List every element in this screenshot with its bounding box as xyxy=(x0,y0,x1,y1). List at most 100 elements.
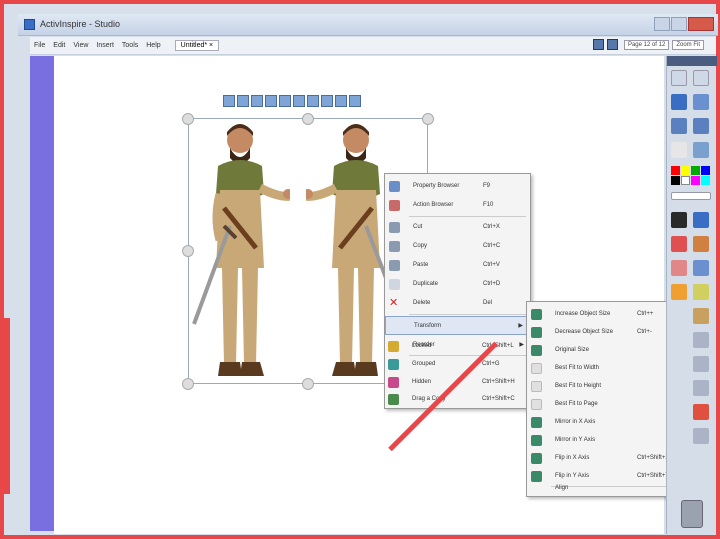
minimize-button[interactable] xyxy=(654,17,670,31)
original-size-icon xyxy=(531,345,542,356)
camera-icon[interactable] xyxy=(693,356,709,372)
menu-item-locked[interactable]: Locked Ctrl+Shift+L xyxy=(384,337,531,356)
menu-item-flip-x[interactable]: Flip in X Axis Ctrl+Shift+X xyxy=(527,449,683,468)
page-indicator[interactable]: Page 12 of 12 xyxy=(623,39,670,50)
decrease-size-icon xyxy=(531,327,542,338)
menu-insert[interactable]: Insert xyxy=(96,42,114,49)
menu-item-property-browser[interactable]: Property Browser F9 xyxy=(385,177,530,196)
menu-item-duplicate[interactable]: Duplicate Ctrl+D xyxy=(385,275,530,294)
color-swatch-white[interactable] xyxy=(681,176,690,185)
connector-icon[interactable] xyxy=(693,308,709,324)
delete-icon: ✕ xyxy=(389,297,399,309)
zoom-icon[interactable] xyxy=(693,94,709,110)
duplicate-icon xyxy=(389,279,400,290)
color-swatch-blue[interactable] xyxy=(701,166,710,175)
shape-icon[interactable] xyxy=(693,260,709,276)
magic-ink-icon[interactable] xyxy=(693,236,709,252)
menu-icon[interactable] xyxy=(335,95,347,107)
page-view-icon[interactable] xyxy=(606,39,618,50)
menu-item-action-browser[interactable]: Action Browser F10 xyxy=(385,196,530,215)
menu-edit[interactable]: Edit xyxy=(53,42,65,49)
pen-icon[interactable] xyxy=(693,212,709,228)
menu-bar: File Edit View Insert Tools Help Untitle… xyxy=(30,37,716,55)
rotate-icon[interactable] xyxy=(251,95,263,107)
submenu-arrow-icon: ▶ xyxy=(518,323,523,329)
menu-item-mirror-x[interactable]: Mirror in X Axis xyxy=(527,413,683,432)
menu-separator xyxy=(409,216,526,217)
title-bar: ActivInspire - Studio xyxy=(18,14,718,36)
menu-item-align[interactable]: Align ▶ xyxy=(527,480,683,497)
trash-icon[interactable] xyxy=(681,500,703,528)
lock-icon xyxy=(388,341,399,352)
document-tab[interactable]: Untitled* × xyxy=(174,40,220,51)
translate-icon[interactable] xyxy=(279,95,291,107)
group-icon xyxy=(388,359,399,370)
menu-item-copy[interactable]: Copy Ctrl+C xyxy=(385,237,530,256)
fit-page-icon xyxy=(531,399,542,410)
page-browser-icon[interactable] xyxy=(693,70,709,86)
menu-item-original-size[interactable]: Original Size xyxy=(527,341,683,360)
pen-width-slider[interactable] xyxy=(671,192,711,200)
menu-item-fit-width[interactable]: Best Fit to Width xyxy=(527,359,683,378)
maximize-button[interactable] xyxy=(671,17,687,31)
menu-help[interactable]: Help xyxy=(146,42,160,49)
menu-view[interactable]: View xyxy=(73,42,88,49)
zoom-select[interactable]: Zoom Fit xyxy=(672,39,704,50)
undo-icon[interactable] xyxy=(693,428,709,444)
menu-item-fit-height[interactable]: Best Fit to Height xyxy=(527,377,683,396)
next-page-icon[interactable] xyxy=(693,118,709,134)
menu-item-mirror-y[interactable]: Mirror in Y Axis xyxy=(527,431,683,450)
eraser-icon[interactable] xyxy=(671,260,687,276)
spotlight-icon[interactable] xyxy=(693,380,709,396)
edit-icon[interactable] xyxy=(321,95,333,107)
hidden-icon xyxy=(388,377,399,388)
select-icon[interactable] xyxy=(671,212,687,228)
resize-handle[interactable] xyxy=(422,113,434,125)
group-icon[interactable] xyxy=(307,95,319,107)
menu-item-fit-page[interactable]: Best Fit to Page xyxy=(527,395,683,414)
main-menu-icon[interactable] xyxy=(671,70,687,86)
menu-tools[interactable]: Tools xyxy=(122,42,138,49)
menu-item-paste[interactable]: Paste Ctrl+V xyxy=(385,256,530,275)
menu-item-delete[interactable]: ✕ Delete Del xyxy=(385,294,530,313)
copy-icon xyxy=(389,241,400,252)
scale-icon[interactable] xyxy=(237,95,249,107)
color-swatch-black[interactable] xyxy=(671,176,680,185)
clear-icon[interactable] xyxy=(693,332,709,348)
fit-height-icon xyxy=(531,381,542,392)
left-strip xyxy=(30,56,54,531)
move-icon[interactable] xyxy=(223,95,235,107)
more-icon[interactable] xyxy=(349,95,361,107)
fill-icon[interactable] xyxy=(671,284,687,300)
cut-icon xyxy=(389,222,400,233)
previous-page-icon[interactable] xyxy=(671,118,687,134)
menu-item-transform[interactable]: Transform ▶ xyxy=(385,316,530,335)
color-swatch-magenta[interactable] xyxy=(691,176,700,185)
menu-item-decrease-size[interactable]: Decrease Object Size Ctrl+- xyxy=(527,323,683,342)
color-swatch-yellow[interactable] xyxy=(681,166,690,175)
toolbox-header[interactable] xyxy=(667,56,717,66)
menu-item-increase-size[interactable]: Increase Object Size Ctrl++ xyxy=(527,305,683,324)
menu-item-grouped[interactable]: Grouped Ctrl+G xyxy=(384,355,531,374)
flipchart-icon[interactable] xyxy=(671,94,687,110)
color-swatch-red[interactable] xyxy=(671,166,680,175)
page-sorter-icon[interactable] xyxy=(592,39,604,50)
page-navigation: Page 12 of 12 Zoom Fit xyxy=(592,39,704,50)
text-icon[interactable] xyxy=(693,284,709,300)
paste-icon xyxy=(389,260,400,271)
desktop-tools-icon[interactable] xyxy=(693,142,709,158)
menu-item-cut[interactable]: Cut Ctrl+X xyxy=(385,218,530,237)
reset-icon[interactable] xyxy=(671,142,687,158)
color-swatch-green[interactable] xyxy=(691,166,700,175)
medieval-man-figure xyxy=(192,124,290,376)
menu-file[interactable]: File xyxy=(34,42,45,49)
highlighter-icon[interactable] xyxy=(671,236,687,252)
menu-item-drag-copy[interactable]: Drag a Copy Ctrl+Shift+C xyxy=(384,390,531,409)
revealer-icon[interactable] xyxy=(693,404,709,420)
mirror-y-icon xyxy=(531,435,542,446)
freehand-move-icon[interactable] xyxy=(265,95,277,107)
close-button[interactable] xyxy=(688,17,714,31)
link-icon[interactable] xyxy=(293,95,305,107)
color-swatch-cyan[interactable] xyxy=(701,176,710,185)
main-toolbox xyxy=(666,56,717,534)
